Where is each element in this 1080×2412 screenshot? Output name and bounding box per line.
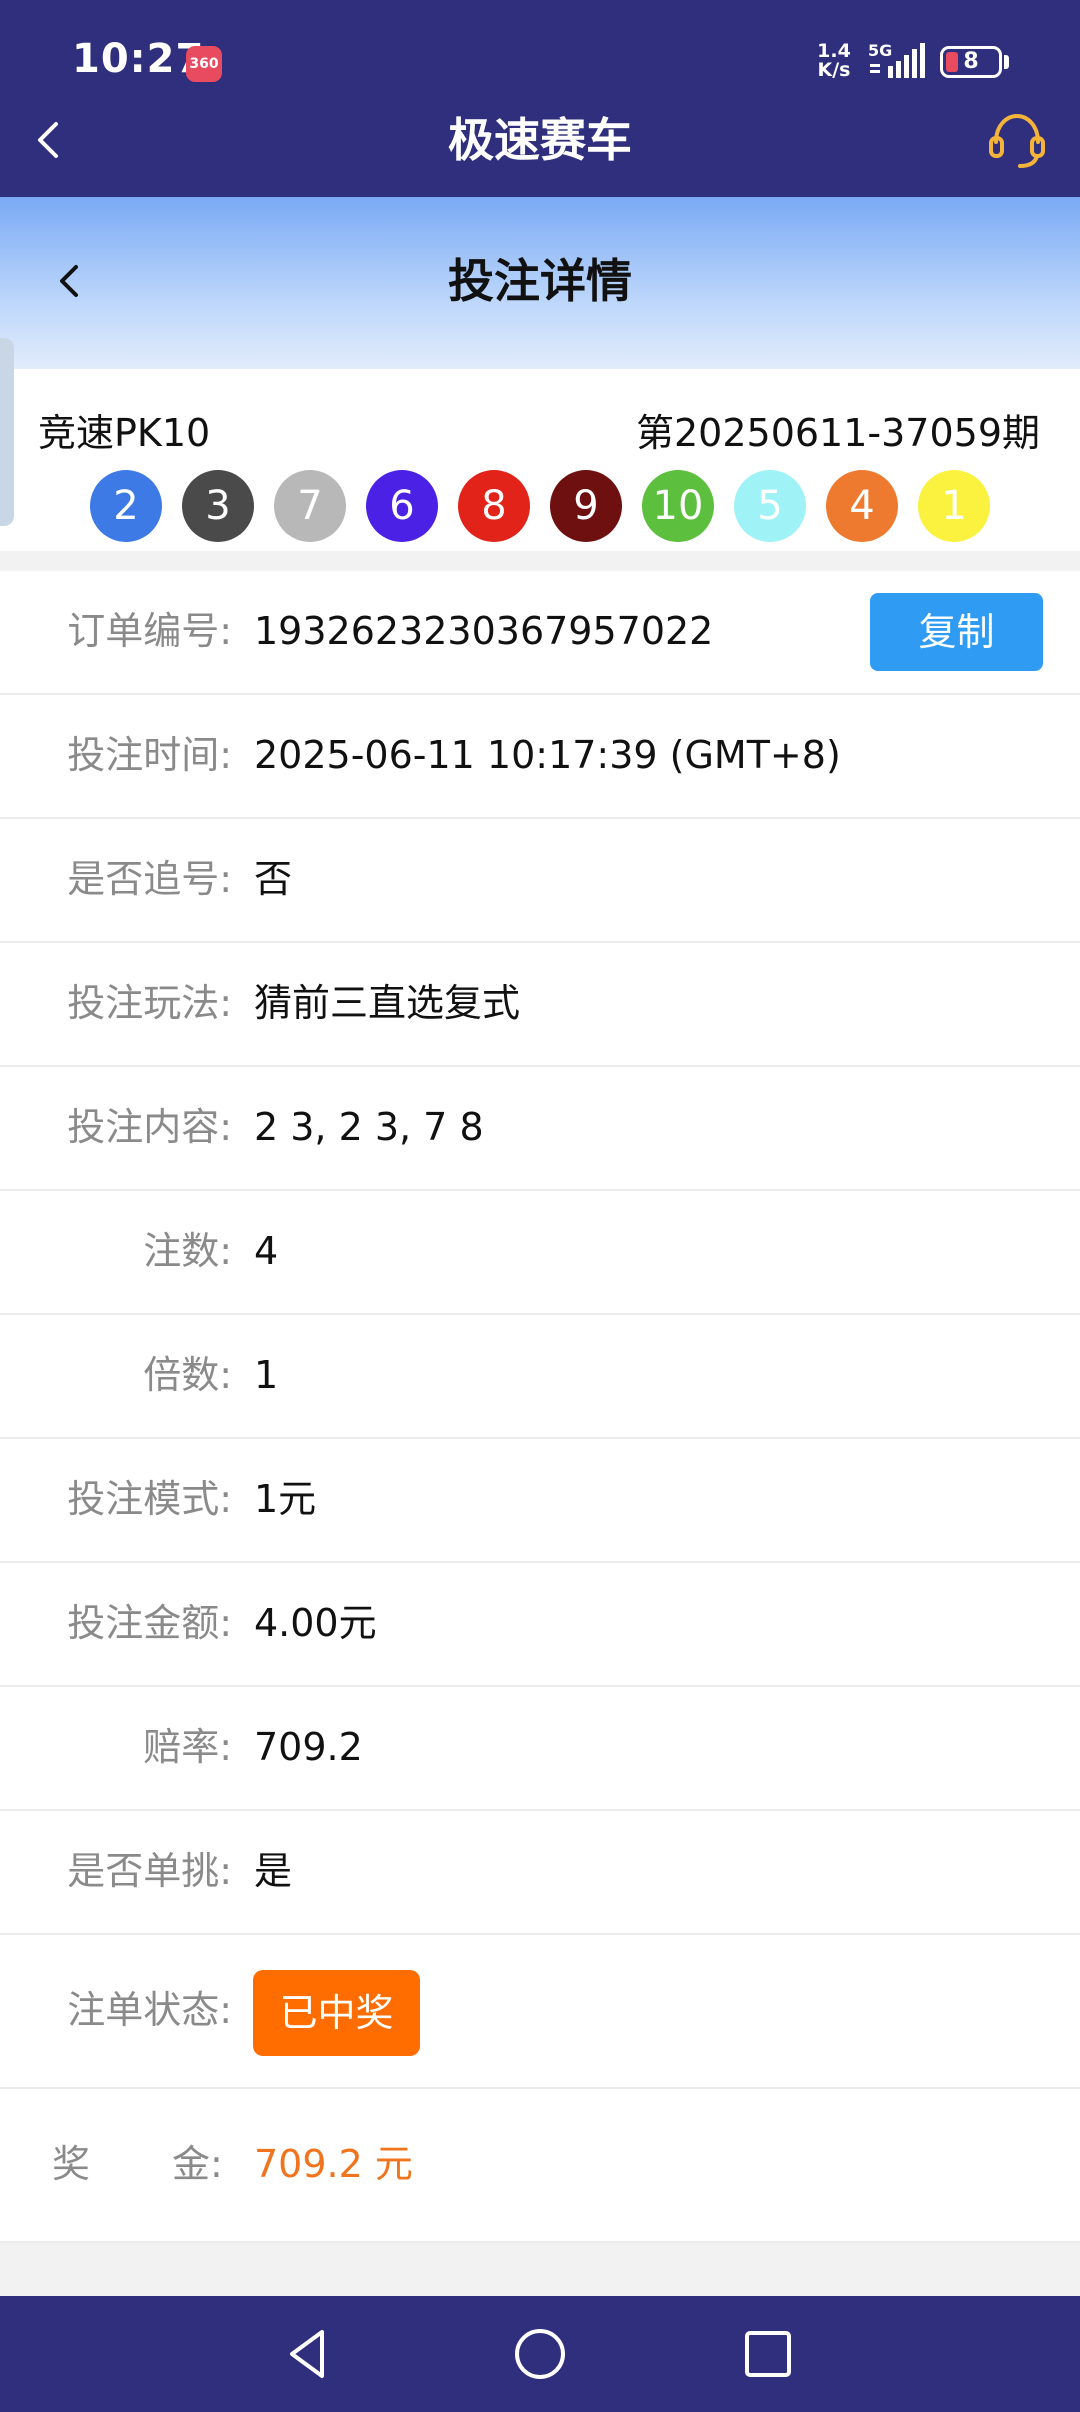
amount-value: 4.00元	[254, 1601, 377, 1645]
amount-label: 投注金额:	[67, 1601, 232, 1645]
status-badge: 已中奖	[253, 1970, 420, 2056]
bet-details-list: 订单编号: 1932623230367957022 复制 投注时间: 2025-…	[0, 571, 1080, 2243]
bet-time-label: 投注时间:	[67, 733, 232, 777]
draw-ball: 8	[458, 470, 530, 542]
signal-icon: 5G	[868, 41, 925, 78]
draw-ball: 7	[274, 470, 346, 542]
side-drawer-handle[interactable]	[0, 338, 14, 526]
detail-row-order-no: 订单编号: 1932623230367957022 复制	[0, 571, 1080, 695]
lottery-name: 竞速PK10	[38, 411, 211, 455]
detail-row-status: 注单状态: 已中奖	[0, 1935, 1080, 2089]
draw-ball: 2	[90, 470, 162, 542]
bet-time-value: 2025-06-11 10:17:39 (GMT+8)	[254, 733, 841, 777]
multiple-label: 倍数:	[143, 1353, 232, 1397]
detail-row-odds: 赔率: 709.2	[0, 1687, 1080, 1811]
app-notification-icon: 360	[186, 46, 222, 82]
copy-button[interactable]: 复制	[870, 593, 1043, 671]
detail-row-single: 是否单挑: 是	[0, 1811, 1080, 1935]
draw-ball: 5	[734, 470, 806, 542]
prize-label-part2: 金:	[172, 2142, 223, 2186]
draw-ball: 10	[642, 470, 714, 542]
issue-number: 第20250611-37059期	[635, 411, 1040, 455]
detail-row-bet-time: 投注时间: 2025-06-11 10:17:39 (GMT+8)	[0, 695, 1080, 819]
circle-home-icon[interactable]	[508, 2322, 572, 2386]
mode-label: 投注模式:	[67, 1477, 232, 1521]
detail-row-amount: 投注金额: 4.00元	[0, 1563, 1080, 1687]
battery-tip	[1004, 55, 1009, 69]
odds-label: 赔率:	[143, 1725, 232, 1769]
content-label: 投注内容:	[67, 1105, 232, 1149]
prize-value: 709.2 元	[254, 2142, 413, 2186]
count-label: 注数:	[143, 1229, 232, 1273]
single-value: 是	[254, 1849, 293, 1893]
draw-ball: 4	[826, 470, 898, 542]
draw-ball: 9	[550, 470, 622, 542]
battery-level: 8	[963, 49, 979, 74]
chase-label: 是否追号:	[67, 857, 232, 901]
count-value: 4	[254, 1229, 279, 1273]
order-no-value: 1932623230367957022	[254, 609, 714, 653]
draw-ball: 3	[182, 470, 254, 542]
page-title: 极速赛车	[448, 113, 632, 167]
net-speed: 1.4 K/s	[812, 42, 856, 80]
square-recents-icon[interactable]	[736, 2322, 800, 2386]
detail-row-prize: 奖 金: 709.2 元	[0, 2089, 1080, 2243]
detail-row-play: 投注玩法: 猜前三直选复式	[0, 943, 1080, 1067]
detail-row-chase: 是否追号: 否	[0, 819, 1080, 943]
network-type-label: 5G	[868, 41, 892, 60]
battery-icon: 8	[940, 46, 1002, 78]
single-label: 是否单挑:	[67, 1849, 232, 1893]
status-time: 10:27	[72, 36, 205, 82]
headset-icon[interactable]	[984, 106, 1050, 172]
order-no-label: 订单编号:	[67, 609, 232, 653]
draw-result-panel	[0, 369, 1080, 551]
chase-value: 否	[254, 857, 293, 901]
draw-ball: 6	[366, 470, 438, 542]
status-label: 注单状态:	[67, 1988, 232, 2032]
detail-row-multiple: 倍数: 1	[0, 1315, 1080, 1439]
mode-value: 1元	[254, 1477, 317, 1521]
multiple-value: 1	[254, 1353, 279, 1397]
detail-row-mode: 投注模式: 1元	[0, 1439, 1080, 1563]
detail-row-content: 投注内容: 2 3, 2 3, 7 8	[0, 1067, 1080, 1191]
prize-label-part1: 奖	[52, 2142, 91, 2186]
odds-value: 709.2	[254, 1725, 363, 1769]
play-value: 猜前三直选复式	[254, 981, 521, 1025]
play-label: 投注玩法:	[67, 981, 232, 1025]
content-value: 2 3, 2 3, 7 8	[254, 1105, 484, 1149]
status-bar: 10:27 360 1.4 K/s 5G 8	[0, 0, 1080, 110]
draw-ball: 1	[918, 470, 990, 542]
detail-row-count: 注数: 4	[0, 1191, 1080, 1315]
sub-header-title: 投注详情	[448, 254, 632, 308]
triangle-back-icon[interactable]	[276, 2322, 340, 2386]
net-speed-unit: K/s	[817, 59, 851, 81]
